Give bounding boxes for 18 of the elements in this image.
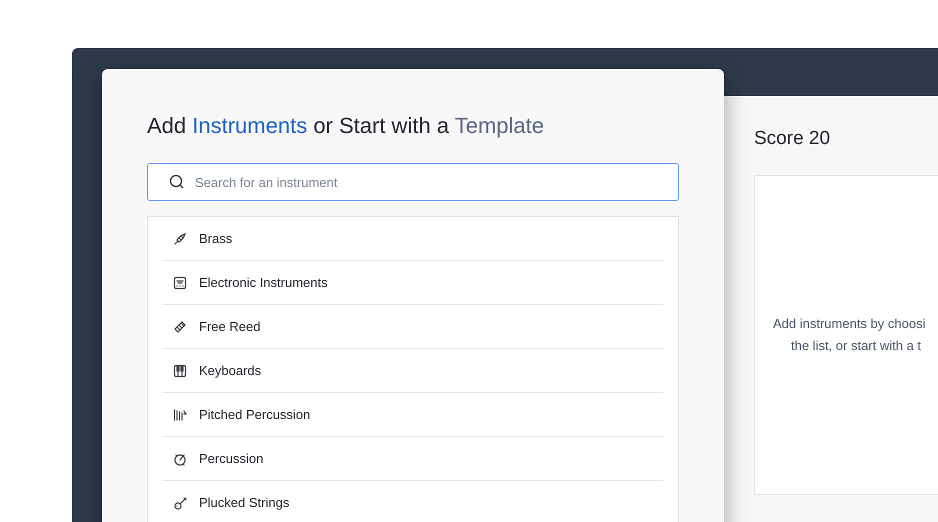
empty-hint-text: the list, or start with a t [790,337,922,355]
instrument-family-item[interactable]: Brass [163,217,663,261]
keyboard-instrument-icon [172,362,188,378]
reed-instrument-icon [172,318,188,334]
electronic-instrument-icon [172,274,188,290]
instrument-family-item[interactable]: Percussion [163,437,663,481]
instrument-family-item[interactable]: Pitched Percussion [163,393,663,437]
instrument-family-item[interactable]: Plucked Strings [163,481,663,522]
empty-hint-text: Add instruments by choosi [773,315,926,333]
dialog-title: Add Instruments or Start with a Template [147,113,546,139]
search-field[interactable]: Search for an instrument [147,163,679,201]
score-title: Score 20 [754,128,832,150]
instrument-family-item[interactable]: Keyboards [163,349,663,393]
brass-instrument-icon [172,230,188,246]
plucked-instrument-icon [172,494,188,510]
instrument-family-item[interactable]: Electronic Instruments [163,261,663,305]
pitched-instrument-icon [172,406,188,422]
instrument-family-item[interactable]: Free Reed [163,305,663,349]
